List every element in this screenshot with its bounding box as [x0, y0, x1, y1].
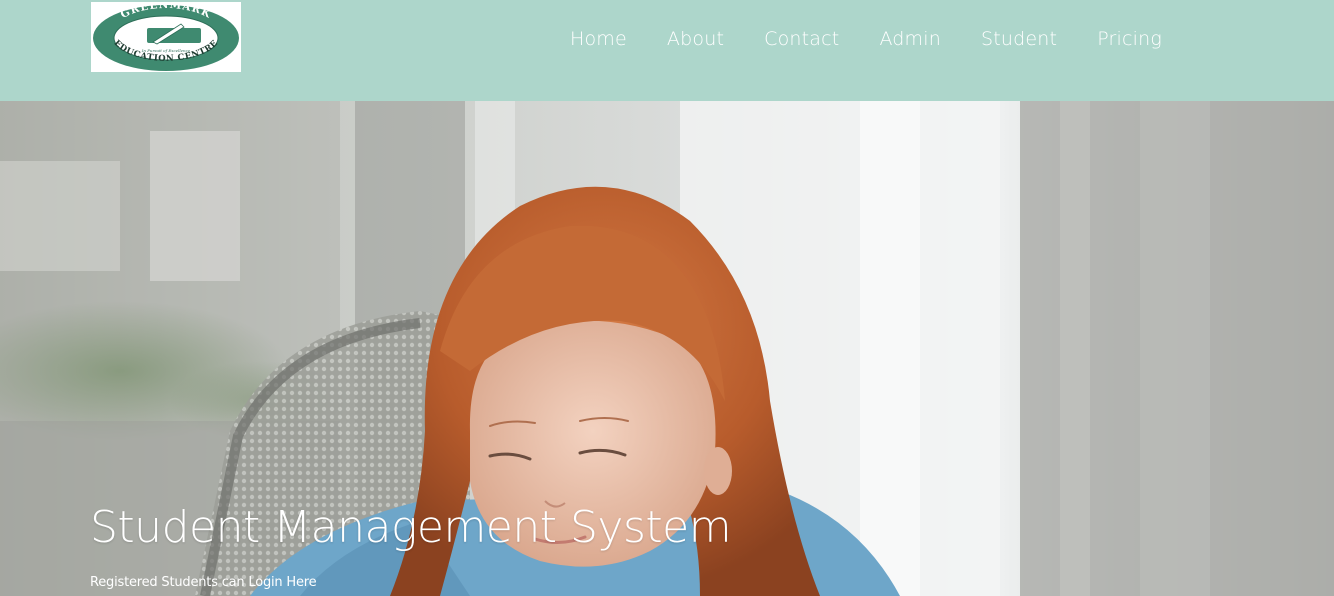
logo-tagline: In Pursuit of Excellence: [141, 48, 191, 53]
nav-pricing[interactable]: Pricing: [1097, 27, 1162, 51]
hero-subtitle[interactable]: Registered Students can Login Here: [90, 575, 317, 590]
nav-contact[interactable]: Contact: [764, 27, 839, 51]
navbar: GREENMARK EDUCATION CENTRE In Pursuit of…: [0, 0, 1334, 101]
nav-home[interactable]: Home: [570, 27, 627, 51]
nav-about[interactable]: About: [667, 27, 724, 51]
nav-admin[interactable]: Admin: [879, 27, 941, 51]
main-nav: Home About Contact Admin Student Pricing: [570, 27, 1162, 51]
nav-student[interactable]: Student: [981, 27, 1057, 51]
site-logo[interactable]: GREENMARK EDUCATION CENTRE In Pursuit of…: [91, 0, 241, 72]
hero-title: Student Management System: [90, 502, 732, 553]
hero-banner: Student Management System Registered Stu…: [0, 101, 1334, 596]
